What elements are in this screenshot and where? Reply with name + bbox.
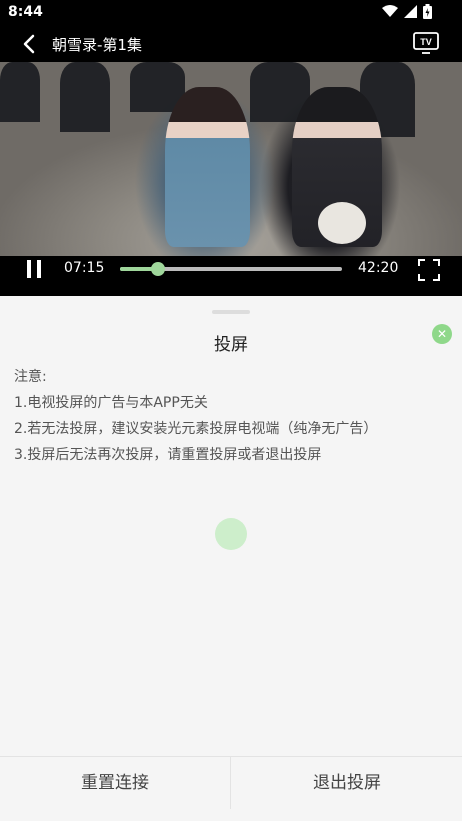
- button-divider: [230, 757, 231, 809]
- background-figure: [0, 62, 40, 122]
- pause-icon[interactable]: [24, 259, 44, 279]
- total-time: 42:20: [358, 260, 399, 276]
- status-icons: [382, 4, 432, 19]
- fullscreen-icon[interactable]: [418, 259, 440, 281]
- exit-cast-button[interactable]: 退出投屏: [232, 757, 462, 814]
- signal-icon: [404, 5, 417, 18]
- status-bar: 8:44: [0, 0, 462, 26]
- progress-knob[interactable]: [151, 262, 166, 276]
- panel-title: 投屏: [214, 335, 248, 355]
- tv-cast-icon[interactable]: TV: [412, 31, 440, 55]
- note-item: 3.投屏后无法再次投屏，请重置投屏或者退出投屏: [14, 447, 322, 463]
- notes-list: 注意: 1.电视投屏的广告与本APP无关 2.若无法投屏，建议安装光元素投屏电视…: [14, 364, 454, 468]
- background-figure: [60, 62, 110, 132]
- note-item: 1.电视投屏的广告与本APP无关: [14, 395, 208, 411]
- drag-handle[interactable]: [212, 310, 250, 314]
- note-heading: 注意:: [14, 369, 47, 385]
- loading-indicator: [215, 518, 247, 550]
- reset-connection-button[interactable]: 重置连接: [0, 757, 230, 814]
- battery-icon: [423, 4, 432, 19]
- cast-panel: 投屏 ✕ 注意: 1.电视投屏的广告与本APP无关 2.若无法投屏，建议安装光元…: [0, 296, 462, 821]
- close-icon: ✕: [436, 327, 448, 341]
- video-player[interactable]: 8:44 朝雪录-第1集 TV 07:15 42:20: [0, 0, 462, 296]
- current-time: 07:15: [64, 260, 105, 276]
- bottom-action-bar: 重置连接 退出投屏: [0, 756, 462, 813]
- progress-bar[interactable]: [120, 262, 342, 276]
- white-bundle: [318, 202, 366, 244]
- video-title: 朝雪录-第1集: [52, 36, 142, 54]
- wifi-icon: [382, 5, 398, 17]
- status-time: 8:44: [8, 4, 43, 20]
- back-arrow-icon[interactable]: [18, 32, 42, 56]
- video-frame[interactable]: [0, 62, 462, 256]
- tv-icon-label: TV: [420, 37, 432, 47]
- player-controls: 07:15 42:20: [0, 256, 462, 282]
- character-left: [165, 87, 250, 247]
- title-bar: 朝雪录-第1集 TV: [0, 26, 462, 62]
- note-item: 2.若无法投屏，建议安装光元素投屏电视端（纯净无广告）: [14, 421, 378, 437]
- close-button[interactable]: ✕: [432, 324, 452, 344]
